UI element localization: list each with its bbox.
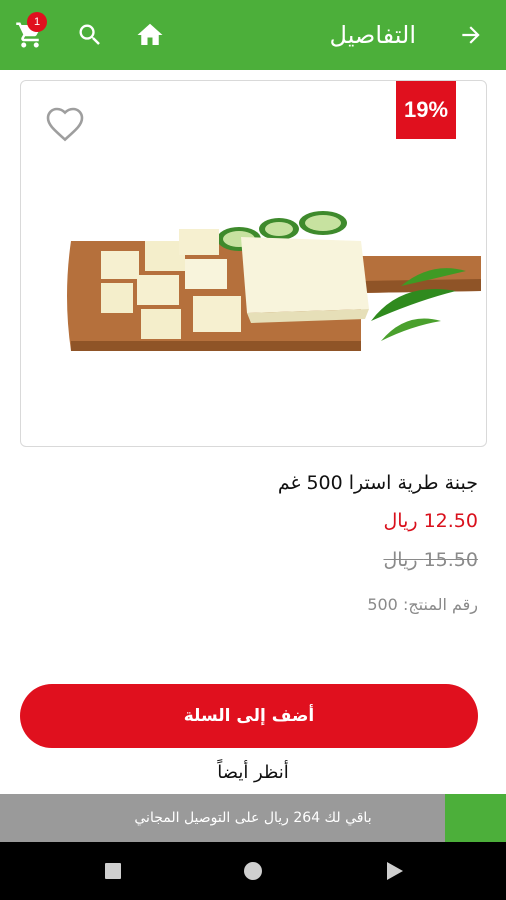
product-image-card: 19%: [20, 80, 487, 447]
app-bar: 1 التفاصيل: [0, 0, 506, 70]
page-title: التفاصيل: [329, 21, 416, 49]
cart-button[interactable]: [12, 0, 48, 70]
cart-count-badge: 1: [27, 12, 47, 32]
square-icon: [105, 863, 121, 879]
back-button[interactable]: [456, 0, 486, 70]
add-to-cart-button[interactable]: أضف إلى السلة: [20, 684, 478, 748]
search-icon: [79, 24, 100, 45]
product-price: 12.50 ريال: [383, 510, 478, 532]
free-delivery-message: باقي لك 264 ريال على التوصيل المجاني: [134, 810, 372, 826]
back-nav-button[interactable]: [370, 842, 420, 900]
arrow-right-icon: [462, 26, 480, 44]
free-delivery-bar: باقي لك 264 ريال على التوصيل المجاني: [0, 794, 506, 842]
search-button[interactable]: [74, 0, 106, 70]
circle-icon: [244, 862, 262, 880]
cheese-product-image: [67, 211, 481, 351]
product-name: جبنة طرية استرا 500 غم: [277, 472, 478, 494]
heart-outline-icon[interactable]: [39, 99, 91, 147]
discount-badge: 19%: [396, 81, 456, 139]
see-also-heading: أنظر أيضاً: [217, 762, 289, 783]
home-button[interactable]: [134, 0, 166, 70]
product-sku: رقم المنتج: 500: [367, 595, 478, 614]
triangle-icon: [387, 862, 403, 880]
product-old-price: 15.50 ريال: [383, 549, 478, 571]
home-nav-button[interactable]: [228, 842, 278, 900]
recent-apps-button[interactable]: [88, 842, 138, 900]
system-navigation-bar: [0, 842, 506, 900]
home-icon: [137, 23, 163, 45]
